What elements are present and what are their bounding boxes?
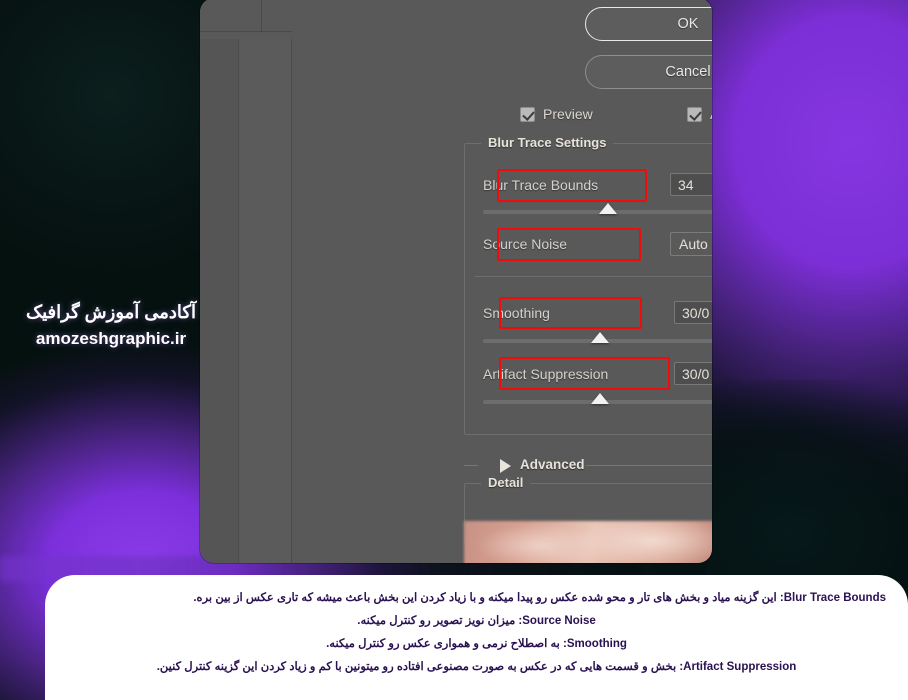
detail-title: Detail [481,475,531,490]
ok-button[interactable]: OK [585,7,712,41]
source-noise-selected-value: Auto [679,236,708,252]
photoshop-shake-reduction-panel: OK Cancel Preview Artifact Suppression B… [200,0,712,563]
checkmark-icon [687,106,702,122]
cancel-button[interactable]: Cancel [585,55,712,89]
group-divider [475,276,712,277]
blur-trace-bounds-input[interactable]: 34 [670,173,712,196]
slider-handle-icon[interactable] [591,393,609,404]
smoothing-slider[interactable] [483,332,712,343]
blur-trace-settings-title: Blur Trace Settings [481,135,614,150]
caption-line: Smoothing: به اصطلاح نرمی و همواری عکس ر… [326,638,627,650]
detail-preview-image [464,521,712,563]
watermark: آکادمی آموزش گرافیک amozeshgraphic.ir [16,300,206,350]
caption-line: Blur Trace Bounds: این گزینه میاد و بخش … [193,592,886,604]
caption-line: Source Noise: میزان نویز تصویر رو کنترل … [357,615,596,627]
artifact-suppression-label: Artifact Suppression [483,366,609,382]
artifact-suppression-checkbox-label: Artifact Suppression [710,106,712,122]
preview-checkbox-label: Preview [543,106,593,122]
panel-toolbar-column-right[interactable] [240,39,292,563]
blur-trace-bounds-slider[interactable] [483,203,712,214]
caption-line: Artifact Suppression: بخش و قسمت هایی که… [156,661,797,673]
panel-toolbar-column-left[interactable] [200,39,239,563]
panel-rail-gap [200,32,292,39]
smoothing-label: Smoothing [483,305,550,321]
watermark-url: amozeshgraphic.ir [35,329,187,348]
slider-handle-icon[interactable] [599,203,617,214]
watermark-title-fa: آکادمی آموزش گرافیک [26,302,196,322]
blur-trace-bounds-label: Blur Trace Bounds [483,177,599,193]
advanced-section-row: Advanced [464,456,712,476]
caption-card: Blur Trace Bounds: این گزینه میاد و بخش … [45,575,908,700]
smoothing-input[interactable]: 30/0 [674,301,712,324]
artifact-suppression-input[interactable]: 30/0 [674,362,712,385]
shake-reduction-dialog: OK Cancel Preview Artifact Suppression B… [292,0,712,563]
screenshot-stage: آکادمی آموزش گرافیک amozeshgraphic.ir OK… [0,0,908,700]
panel-tab-left[interactable] [200,0,262,32]
advanced-rule-middle [586,465,712,466]
source-noise-select[interactable]: Auto [670,232,712,256]
blur-trace-settings-group: Blur Trace Settings Blur Trace Bounds 34… [464,135,712,435]
source-noise-label: Source Noise [483,236,568,252]
checkbox-row: Preview Artifact Suppression [292,106,712,130]
preview-checkbox[interactable]: Preview [520,106,593,122]
checkmark-icon [520,106,535,122]
chevron-right-icon[interactable] [500,459,511,473]
slider-handle-icon[interactable] [591,332,609,343]
panel-tab-second[interactable] [262,0,292,32]
artifact-suppression-checkbox[interactable]: Artifact Suppression [687,106,712,122]
advanced-rule-left [464,465,478,466]
advanced-label: Advanced [520,457,585,472]
artifact-suppression-slider[interactable] [483,393,712,404]
